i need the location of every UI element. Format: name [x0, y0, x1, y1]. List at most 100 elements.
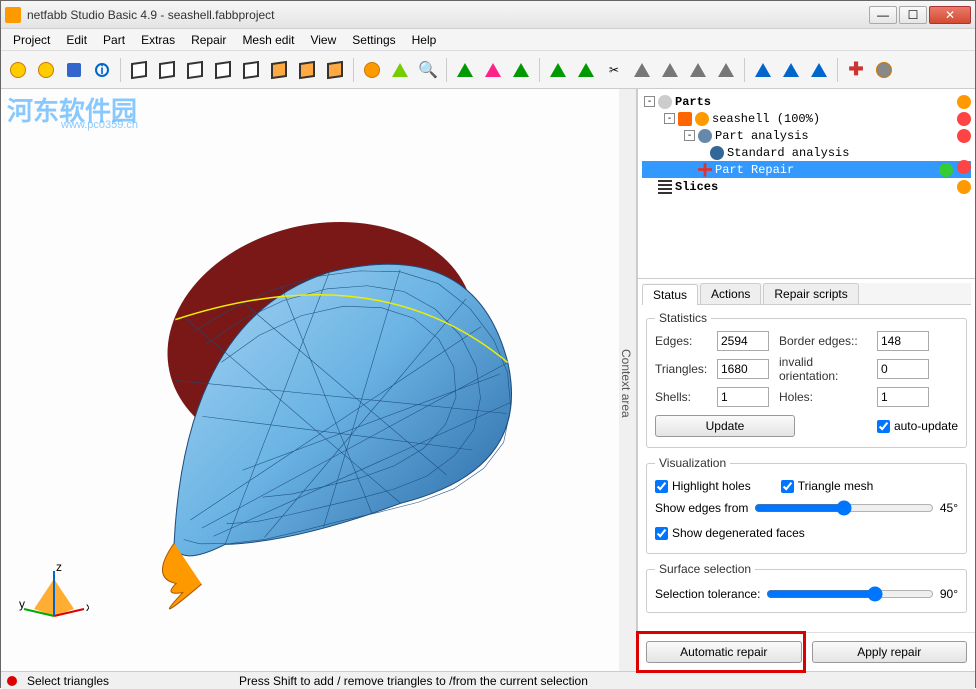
tab-status[interactable]: Status	[642, 284, 698, 305]
selection-tolerance-label: Selection tolerance:	[655, 587, 760, 601]
tb-open[interactable]	[33, 57, 59, 83]
tb-box7[interactable]	[294, 57, 320, 83]
repair-cross-icon	[698, 163, 712, 177]
tb-g3[interactable]	[685, 57, 711, 83]
triangle-mesh-checkbox[interactable]	[781, 480, 794, 493]
highlight-holes-label: Highlight holes	[672, 479, 751, 493]
tb-info[interactable]: i	[89, 57, 115, 83]
update-button[interactable]: Update	[655, 415, 795, 437]
minimize-button[interactable]: —	[869, 6, 897, 24]
tab-repair-scripts[interactable]: Repair scripts	[763, 283, 858, 304]
svg-text:y: y	[19, 597, 25, 611]
shells-label: Shells:	[655, 390, 711, 404]
scissors-icon: ✂	[609, 63, 619, 77]
edges-field[interactable]	[717, 331, 769, 351]
menu-help[interactable]: Help	[404, 31, 445, 49]
expand-icon[interactable]: -	[684, 130, 695, 141]
tb-box8[interactable]	[322, 57, 348, 83]
tab-actions[interactable]: Actions	[700, 283, 761, 304]
triangle-mesh-label: Triangle mesh	[798, 479, 874, 493]
close-button[interactable]: ✕	[929, 6, 971, 24]
tree-standard[interactable]: Standard analysis	[727, 146, 849, 160]
tb-box2[interactable]	[154, 57, 180, 83]
context-area-label[interactable]: Context area	[619, 89, 637, 671]
parts-tree[interactable]: -Parts -seashell (100%) -Part analysis S…	[638, 89, 975, 279]
delete-icon[interactable]	[957, 112, 971, 126]
tb-sel1[interactable]	[545, 57, 571, 83]
toolbar: i 🔍 ✂ ✚	[1, 51, 975, 89]
tb-tri[interactable]	[387, 57, 413, 83]
triangles-label: Triangles:	[655, 362, 711, 376]
expand-icon[interactable]: -	[644, 96, 655, 107]
title-bar: netfabb Studio Basic 4.9 - seashell.fabb…	[1, 1, 975, 29]
svg-text:x: x	[86, 600, 89, 614]
tb-g2[interactable]	[657, 57, 683, 83]
expand-icon[interactable]: -	[664, 113, 675, 124]
automatic-repair-button[interactable]: Automatic repair	[646, 641, 802, 663]
menu-project[interactable]: Project	[5, 31, 58, 49]
tb-g1[interactable]	[629, 57, 655, 83]
folder-icon[interactable]	[957, 95, 971, 109]
delete-icon[interactable]	[957, 129, 971, 143]
tb-b2[interactable]	[778, 57, 804, 83]
menu-mesh-edit[interactable]: Mesh edit	[234, 31, 302, 49]
tree-repair[interactable]: Part Repair	[715, 163, 794, 177]
tb-sphere[interactable]	[359, 57, 385, 83]
auto-update-checkbox[interactable]	[877, 420, 890, 433]
folder-icon[interactable]	[957, 180, 971, 194]
tb-box6[interactable]	[266, 57, 292, 83]
border-edges-field[interactable]	[877, 331, 929, 351]
menu-settings[interactable]: Settings	[344, 31, 403, 49]
menu-edit[interactable]: Edit	[58, 31, 95, 49]
border-edges-label: Border edges::	[779, 334, 871, 348]
tb-repair[interactable]: ✚	[843, 57, 869, 83]
tb-box1[interactable]	[126, 57, 152, 83]
invalid-orientation-label: invalid orientation:	[779, 355, 871, 383]
apply-repair-button[interactable]: Apply repair	[812, 641, 968, 663]
tree-seashell[interactable]: seashell (100%)	[712, 112, 820, 126]
tree-slices[interactable]: Slices	[675, 180, 718, 194]
invalid-orientation-field[interactable]	[877, 359, 929, 379]
selection-tolerance-slider[interactable]	[766, 586, 933, 602]
tb-new[interactable]	[5, 57, 31, 83]
tb-box4[interactable]	[210, 57, 236, 83]
tb-box3[interactable]	[182, 57, 208, 83]
tb-b1[interactable]	[750, 57, 776, 83]
surface-selection-group: Surface selection Selection tolerance: 9…	[646, 562, 967, 613]
check-icon[interactable]	[939, 163, 953, 177]
degenerated-faces-checkbox[interactable]	[655, 527, 668, 540]
tb-nav1[interactable]	[452, 57, 478, 83]
tb-cut[interactable]: ✂	[601, 57, 627, 83]
tb-save[interactable]	[61, 57, 87, 83]
menu-view[interactable]: View	[302, 31, 344, 49]
menu-part[interactable]: Part	[95, 31, 133, 49]
menu-extras[interactable]: Extras	[133, 31, 183, 49]
show-edges-label: Show edges from	[655, 501, 748, 515]
holes-field[interactable]	[877, 387, 929, 407]
tb-nav2[interactable]	[480, 57, 506, 83]
eye-icon	[695, 112, 709, 126]
tb-zoom[interactable]: 🔍	[415, 57, 441, 83]
show-edges-slider[interactable]	[754, 500, 933, 516]
degenerated-faces-label: Show degenerated faces	[672, 526, 805, 540]
gear-icon	[698, 129, 712, 143]
tree-analysis[interactable]: Part analysis	[715, 129, 809, 143]
tree-parts[interactable]: Parts	[675, 95, 711, 109]
tb-g4[interactable]	[713, 57, 739, 83]
tb-nav3[interactable]	[508, 57, 534, 83]
shells-field[interactable]	[717, 387, 769, 407]
maximize-button[interactable]: ☐	[899, 6, 927, 24]
delete-icon[interactable]	[957, 160, 971, 174]
plus-icon: ✚	[848, 59, 863, 80]
tb-last[interactable]	[871, 57, 897, 83]
tb-box5[interactable]	[238, 57, 264, 83]
selection-tolerance-value: 90°	[940, 587, 958, 601]
triangles-field[interactable]	[717, 359, 769, 379]
tb-b3[interactable]	[806, 57, 832, 83]
statistics-legend: Statistics	[655, 311, 711, 325]
right-panel: -Parts -seashell (100%) -Part analysis S…	[637, 89, 975, 671]
tb-sel2[interactable]	[573, 57, 599, 83]
3d-viewport[interactable]: 河东软件园 www.pc0359.cn x y z	[1, 89, 619, 671]
menu-repair[interactable]: Repair	[183, 31, 234, 49]
highlight-holes-checkbox[interactable]	[655, 480, 668, 493]
